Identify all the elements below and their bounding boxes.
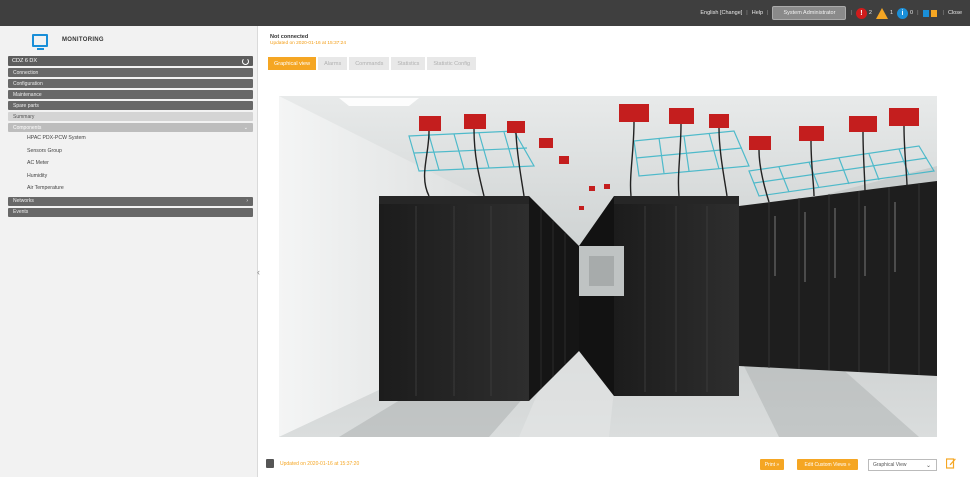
tab-graphical-view[interactable]: Graphical view <box>268 57 317 70</box>
user-button[interactable]: System Administrator <box>772 6 847 20</box>
chevron-down-icon: ⌄ <box>243 124 248 131</box>
sidebar-item-label: Spare parts <box>13 102 39 109</box>
network-status-icon[interactable] <box>922 9 939 17</box>
critical-alarm-icon: ! <box>855 7 867 19</box>
component-item-hpac[interactable]: HPAC PDX-PCW System <box>27 132 257 145</box>
edit-custom-views-button[interactable]: Edit Custom Views » <box>797 459 858 470</box>
tab-alarms[interactable]: Alarms <box>318 57 348 70</box>
sidebar-item-events[interactable]: Events <box>8 207 253 217</box>
sidebar-item-summary[interactable]: Summary <box>8 112 253 121</box>
sidebar-item-networks[interactable]: Networks › <box>8 196 253 206</box>
edit-icon[interactable] <box>946 457 956 469</box>
info-icon: i <box>897 7 908 19</box>
help-link[interactable]: Help <box>752 10 763 16</box>
sidebar-item-configuration[interactable]: Configuration <box>8 79 253 88</box>
separator: | <box>767 10 769 16</box>
bottom-updated-text: Updated on 2020-01-16 at 15:37:20 <box>280 461 360 467</box>
close-link[interactable]: Close <box>948 10 962 16</box>
component-item-air-temperature[interactable]: Air Temperature <box>27 182 257 195</box>
monitor-icon <box>32 33 48 50</box>
device-header[interactable]: CDZ 6 DX <box>8 56 253 66</box>
chevron-down-icon: ⌄ <box>925 463 931 469</box>
collapse-sidebar-icon[interactable]: ‹ <box>257 267 260 277</box>
warning-alarm-badge[interactable]: 1 <box>875 7 893 19</box>
critical-alarm-badge[interactable]: ! 2 <box>855 7 872 19</box>
graphical-view-image <box>279 96 937 437</box>
bottom-bar: Updated on 2020-01-16 at 15:37:20 Print … <box>266 457 966 473</box>
tab-commands[interactable]: Commands <box>349 57 390 70</box>
refresh-icon[interactable] <box>242 57 249 65</box>
language-link[interactable]: English [Change] <box>700 10 742 16</box>
sidebar-item-spare-parts[interactable]: Spare parts <box>8 101 253 110</box>
tab-bar: Graphical view Alarms Commands Statistic… <box>268 57 477 70</box>
component-item-sensors[interactable]: Sensors Group <box>27 145 257 158</box>
warning-icon <box>875 7 888 19</box>
device-name: CDZ 6 DX <box>12 58 38 64</box>
sidebar-item-label: Maintenance <box>13 91 42 98</box>
component-item-humidity[interactable]: Humidity <box>27 170 257 183</box>
warning-alarm-count: 1 <box>889 10 893 16</box>
critical-alarm-count: 2 <box>868 10 872 16</box>
sidebar-item-label: Networks <box>13 198 34 204</box>
separator: | <box>850 10 852 16</box>
component-item-ac-meter[interactable]: AC Meter <box>27 157 257 170</box>
sidebar-item-label: Summary <box>13 113 35 120</box>
print-button[interactable]: Print » <box>760 459 784 470</box>
connection-state: Not connected <box>270 34 309 40</box>
info-alarm-count: 0 <box>910 10 914 16</box>
tab-statistic-config[interactable]: Statistic Config <box>427 57 477 70</box>
view-select-value: Graphical View <box>873 462 907 468</box>
info-alarm-badge[interactable]: i 0 <box>897 7 914 19</box>
tab-statistics[interactable]: Statistics <box>391 57 426 70</box>
view-select[interactable]: Graphical View ⌄ <box>868 459 937 471</box>
calendar-icon <box>266 459 274 468</box>
separator: | <box>942 10 944 16</box>
sidebar-item-label: Events <box>13 209 29 215</box>
sidebar-item-maintenance[interactable]: Maintenance <box>8 90 253 99</box>
connection-status: Not connected Updated on 2020-01-16 at 1… <box>270 34 346 46</box>
top-bar: English [Change] | Help | System Adminis… <box>0 0 970 26</box>
data-center-illustration <box>279 96 937 437</box>
sidebar-item-label: Connection <box>13 69 39 76</box>
app-logo-area: MONITORING <box>0 26 257 54</box>
app-title: MONITORING <box>62 37 104 43</box>
separator: | <box>917 10 919 16</box>
sidebar-item-label: Configuration <box>13 80 43 87</box>
sidebar-item-label: Components <box>13 124 42 131</box>
sidebar-item-connection[interactable]: Connection <box>8 68 253 77</box>
sidebar: MONITORING CDZ 6 DX Connection Configura… <box>0 26 258 477</box>
last-updated: Updated on 2020-01-16 at 15:37:24 <box>270 41 347 46</box>
sidebar-item-components[interactable]: Components ⌄ <box>8 123 253 132</box>
chevron-right-icon: › <box>246 198 248 204</box>
separator: | <box>746 10 748 16</box>
